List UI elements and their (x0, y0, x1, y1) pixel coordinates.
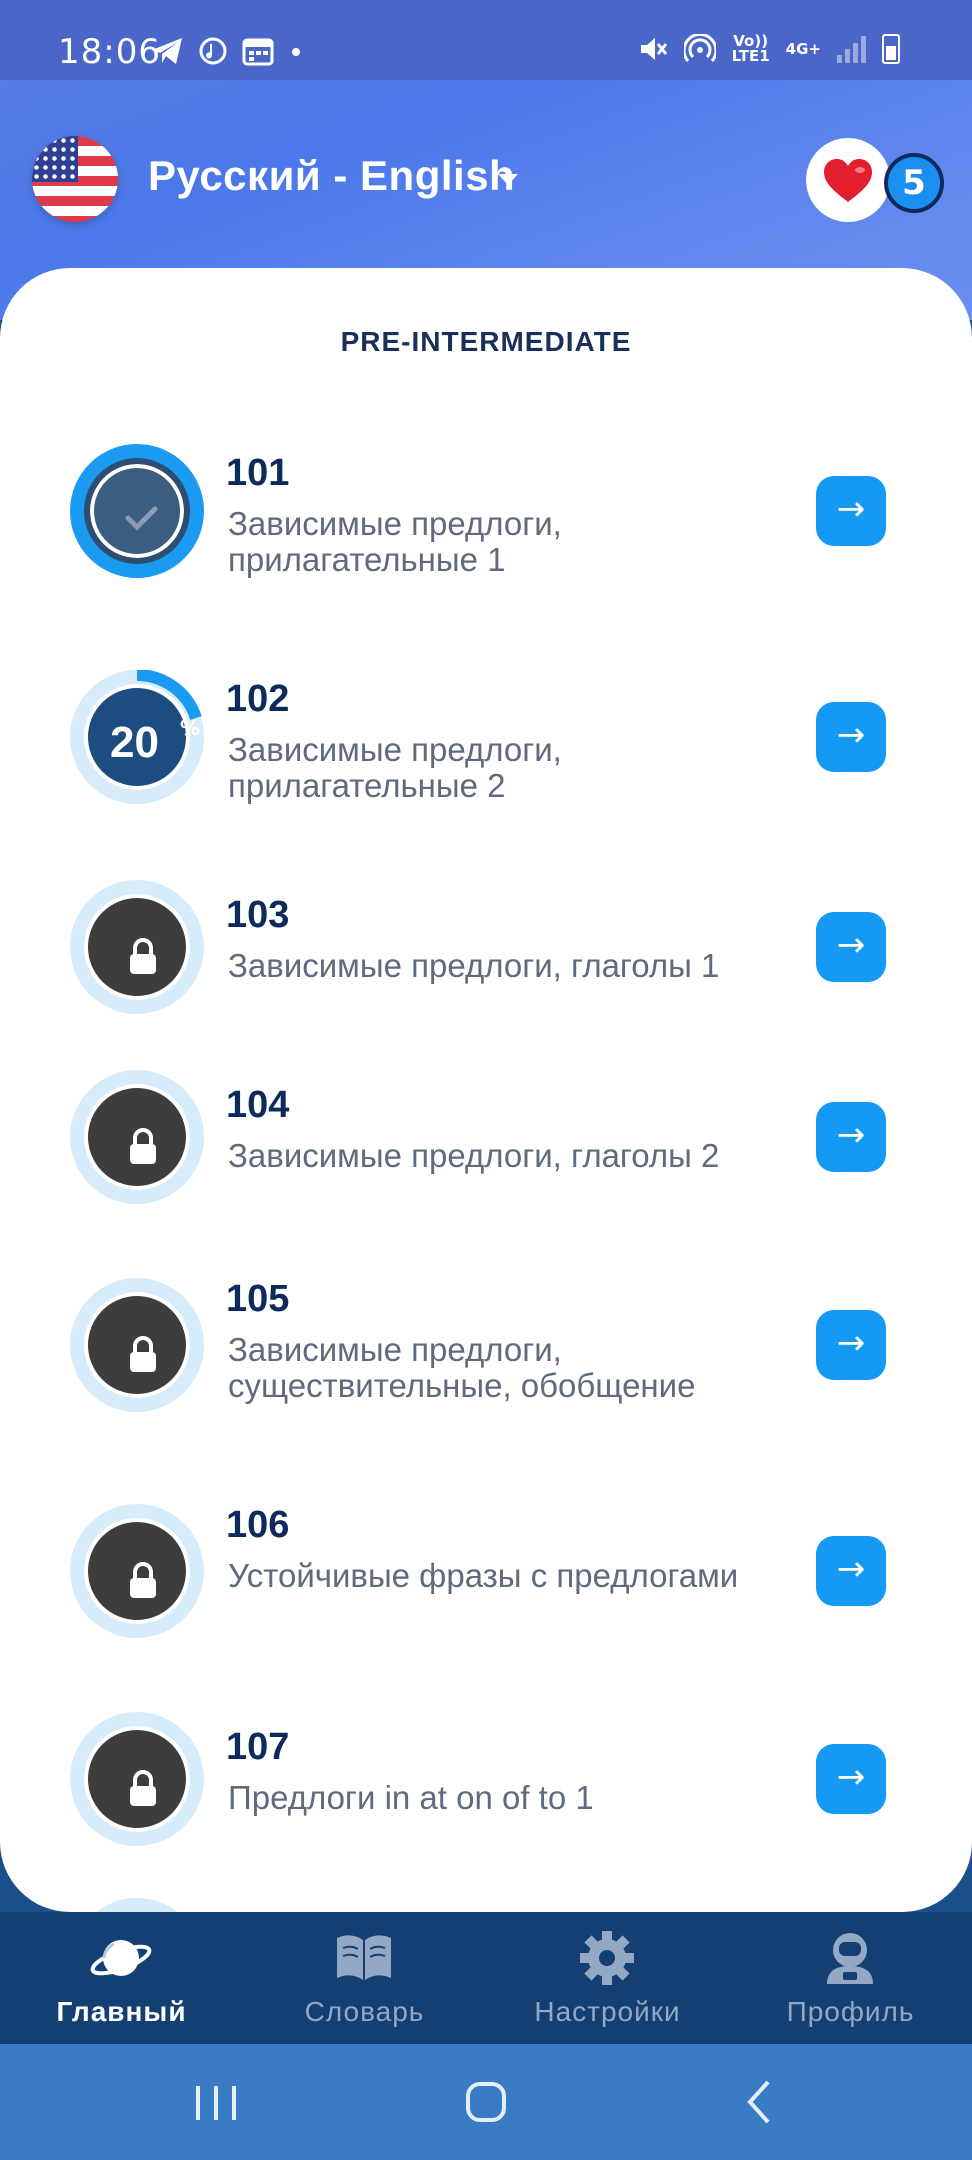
lesson-number: 105 (226, 1278, 290, 1320)
nav-label: Настройки (534, 1996, 681, 2027)
bottom-nav: Главный Словарь Настройки Профиль (0, 1912, 972, 2044)
nav-label: Словарь (304, 1996, 425, 2027)
gear-icon (580, 1931, 634, 1985)
lesson-title: Зависимые предлоги, прилагательные 1 (228, 505, 562, 578)
percent-sign: % (180, 716, 201, 740)
book-icon (337, 1935, 391, 1980)
lesson-status-ring: 20 % (70, 670, 204, 804)
lives-count: 5 (884, 153, 944, 213)
lesson-number: 107 (226, 1726, 290, 1768)
next-lesson-ring-partial (70, 1898, 204, 1912)
check-icon (125, 506, 158, 531)
notification-icons (150, 36, 304, 66)
recent-apps-icon[interactable] (186, 2044, 246, 2160)
lesson-status-ring (70, 880, 204, 1014)
lesson-title: Предлоги in at on of to 1 (228, 1779, 594, 1816)
lesson-title: Зависимые предлоги, существительные, обо… (228, 1331, 696, 1404)
lesson-105[interactable]: 105 Зависимые предлоги, существительные,… (0, 1278, 972, 1458)
system-status-icons: Vo)) LTE1 4G+ (638, 34, 900, 64)
us-flag-icon[interactable] (32, 136, 118, 222)
lesson-status-ring (70, 444, 204, 578)
lock-icon (130, 1770, 156, 1806)
lock-icon (130, 1128, 156, 1164)
chevron-down-icon[interactable] (498, 174, 518, 185)
astronaut-icon (827, 1933, 873, 1984)
lesson-title: Зависимые предлоги, глаголы 2 (228, 1137, 720, 1174)
lesson-number: 106 (226, 1504, 290, 1546)
open-lesson-button[interactable]: → (816, 912, 886, 982)
volte-indicator: Vo)) LTE1 (731, 32, 770, 65)
open-lesson-button[interactable]: → (816, 1536, 886, 1606)
lesson-title: Зависимые предлоги, прилагательные 2 (228, 731, 562, 804)
lesson-number: 103 (226, 894, 290, 936)
nav-profile[interactable]: Профиль (729, 1912, 972, 2044)
nav-dictionary[interactable]: Словарь (243, 1912, 486, 2044)
lock-icon (130, 1336, 156, 1372)
nav-label: Главный (56, 1996, 187, 2027)
system-navigation-bar (0, 2044, 972, 2160)
lesson-status-ring (70, 1712, 204, 1846)
lock-icon (130, 938, 156, 974)
status-bar: 18:06 Vo)) LTE1 4G+ (0, 0, 972, 80)
nav-home[interactable]: Главный (0, 1912, 243, 2044)
lives-heart-button[interactable] (806, 138, 890, 222)
lesson-title: Зависимые предлоги, глаголы 1 (228, 947, 720, 984)
mute-icon (640, 38, 667, 60)
lessons-card: PRE-INTERMEDIATE 101 Зависимые предлоги,… (0, 268, 972, 1912)
back-icon[interactable] (730, 2044, 790, 2160)
lesson-status-ring (70, 1278, 204, 1412)
lesson-status-ring (70, 1504, 204, 1638)
network-type: 4G+ (785, 39, 821, 58)
lesson-103[interactable]: 103 Зависимые предлоги, глаголы 1 → (0, 880, 972, 1020)
lesson-status-ring (70, 1070, 204, 1204)
lesson-101[interactable]: 101 Зависимые предлоги, прилагательные 1… (0, 444, 972, 624)
home-icon[interactable] (456, 2044, 516, 2160)
calendar-icon (242, 38, 274, 66)
lesson-progress: 20 (110, 718, 159, 767)
signal-icon (837, 35, 866, 63)
battery-icon (882, 34, 900, 64)
status-time: 18:06 (58, 32, 161, 72)
language-pair-selector[interactable]: Русский - English (148, 152, 515, 200)
lesson-107[interactable]: 107 Предлоги in at on of to 1 → (0, 1712, 972, 1852)
lock-icon (130, 1562, 156, 1598)
level-title: PRE-INTERMEDIATE (340, 326, 632, 357)
music-icon (199, 37, 227, 65)
open-lesson-button[interactable]: → (816, 476, 886, 546)
lesson-number: 101 (226, 452, 290, 494)
planet-icon (90, 1940, 152, 1976)
lesson-104[interactable]: 104 Зависимые предлоги, глаголы 2 → (0, 1070, 972, 1210)
open-lesson-button[interactable]: → (816, 1744, 886, 1814)
more-notifications-dot-icon (292, 48, 300, 56)
hotspot-icon (683, 34, 716, 62)
telegram-icon (152, 38, 182, 64)
nav-settings[interactable]: Настройки (486, 1912, 729, 2044)
lesson-title: Устойчивые фразы с предлогами (228, 1557, 739, 1594)
open-lesson-button[interactable]: → (816, 1102, 886, 1172)
lesson-number: 102 (226, 678, 290, 720)
open-lesson-button[interactable]: → (816, 702, 886, 772)
lesson-102[interactable]: 20 % 102 Зависимые предлоги, прилагатель… (0, 670, 972, 850)
lesson-106[interactable]: 106 Устойчивые фразы с предлогами → (0, 1504, 972, 1684)
open-lesson-button[interactable]: → (816, 1310, 886, 1380)
heart-icon (824, 159, 872, 202)
nav-label: Профиль (786, 1996, 915, 2027)
lesson-number: 104 (226, 1084, 290, 1126)
